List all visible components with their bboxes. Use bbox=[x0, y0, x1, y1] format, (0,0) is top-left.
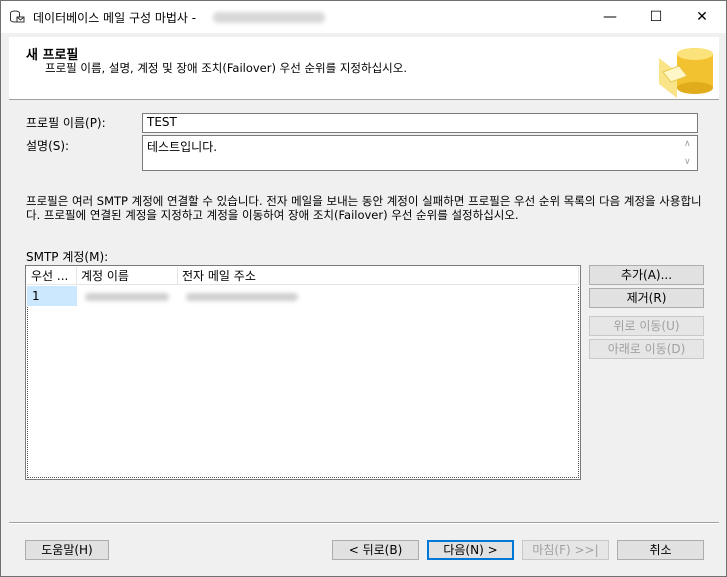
footer-divider bbox=[9, 522, 719, 524]
smtp-info-text: 프로필은 여러 SMTP 계정에 연결할 수 있습니다. 전자 메일을 보내는 … bbox=[26, 194, 702, 222]
scroll-down-icon[interactable]: ∨ bbox=[684, 157, 691, 167]
table-row[interactable]: 1 bbox=[27, 286, 579, 306]
window-title: 데이터베이스 메일 구성 마법사 - bbox=[33, 11, 197, 25]
next-button[interactable]: 다음(N) > bbox=[427, 540, 514, 560]
move-up-button[interactable]: 위로 이동(U) bbox=[589, 316, 704, 336]
page-subtitle: 프로필 이름, 설명, 계정 및 장애 조치(Failover) 우선 순위를 … bbox=[45, 61, 407, 75]
description-input[interactable]: 테스트입니다. ∧ ∨ bbox=[142, 135, 698, 171]
maximize-button[interactable]: ☐ bbox=[633, 1, 679, 33]
scroll-up-icon[interactable]: ∧ bbox=[684, 139, 691, 149]
smtp-accounts-label: SMTP 계정(M): bbox=[26, 250, 109, 264]
back-button[interactable]: < 뒤로(B) bbox=[332, 540, 419, 560]
add-account-button[interactable]: 추가(A)... bbox=[589, 265, 704, 285]
profile-name-label: 프로필 이름(P): bbox=[26, 116, 106, 130]
finish-button[interactable]: 마침(F) >>| bbox=[522, 540, 609, 560]
wizard-window: 데이터베이스 메일 구성 마법사 - — ☐ ✕ 새 프로필 프로필 이름, 설… bbox=[0, 0, 727, 577]
column-header-email-address[interactable]: 전자 메일 주소 bbox=[178, 267, 579, 285]
email-address-cell bbox=[178, 286, 579, 306]
database-mail-banner-icon bbox=[657, 42, 717, 98]
list-header: 우선 ... 계정 이름 전자 메일 주소 bbox=[27, 267, 579, 286]
header-banner: 새 프로필 프로필 이름, 설명, 계정 및 장애 조치(Failover) 우… bbox=[9, 37, 719, 100]
description-text: 테스트입니다. bbox=[147, 140, 218, 154]
move-down-button[interactable]: 아래로 이동(D) bbox=[589, 339, 704, 359]
column-header-account-name[interactable]: 계정 이름 bbox=[77, 267, 178, 285]
description-scrollbar[interactable]: ∧ ∨ bbox=[681, 137, 696, 169]
smtp-accounts-list[interactable]: 우선 ... 계정 이름 전자 메일 주소 1 bbox=[25, 265, 581, 480]
redacted-account-name bbox=[85, 293, 169, 301]
database-mail-icon bbox=[10, 10, 25, 23]
remove-account-button[interactable]: 제거(R) bbox=[589, 288, 704, 308]
help-button[interactable]: 도움말(H) bbox=[25, 540, 109, 560]
title-bar: 데이터베이스 메일 구성 마법사 - — ☐ ✕ bbox=[1, 1, 726, 33]
redacted-email-address bbox=[186, 293, 298, 301]
description-label: 설명(S): bbox=[26, 139, 70, 153]
cancel-button[interactable]: 취소 bbox=[617, 540, 704, 560]
server-name-redacted bbox=[213, 12, 325, 23]
priority-cell: 1 bbox=[27, 286, 77, 306]
minimize-button[interactable]: — bbox=[587, 1, 633, 33]
column-header-priority[interactable]: 우선 ... bbox=[27, 267, 77, 285]
profile-name-input[interactable]: TEST bbox=[142, 113, 698, 133]
close-button[interactable]: ✕ bbox=[679, 1, 725, 33]
account-name-cell bbox=[77, 286, 178, 306]
